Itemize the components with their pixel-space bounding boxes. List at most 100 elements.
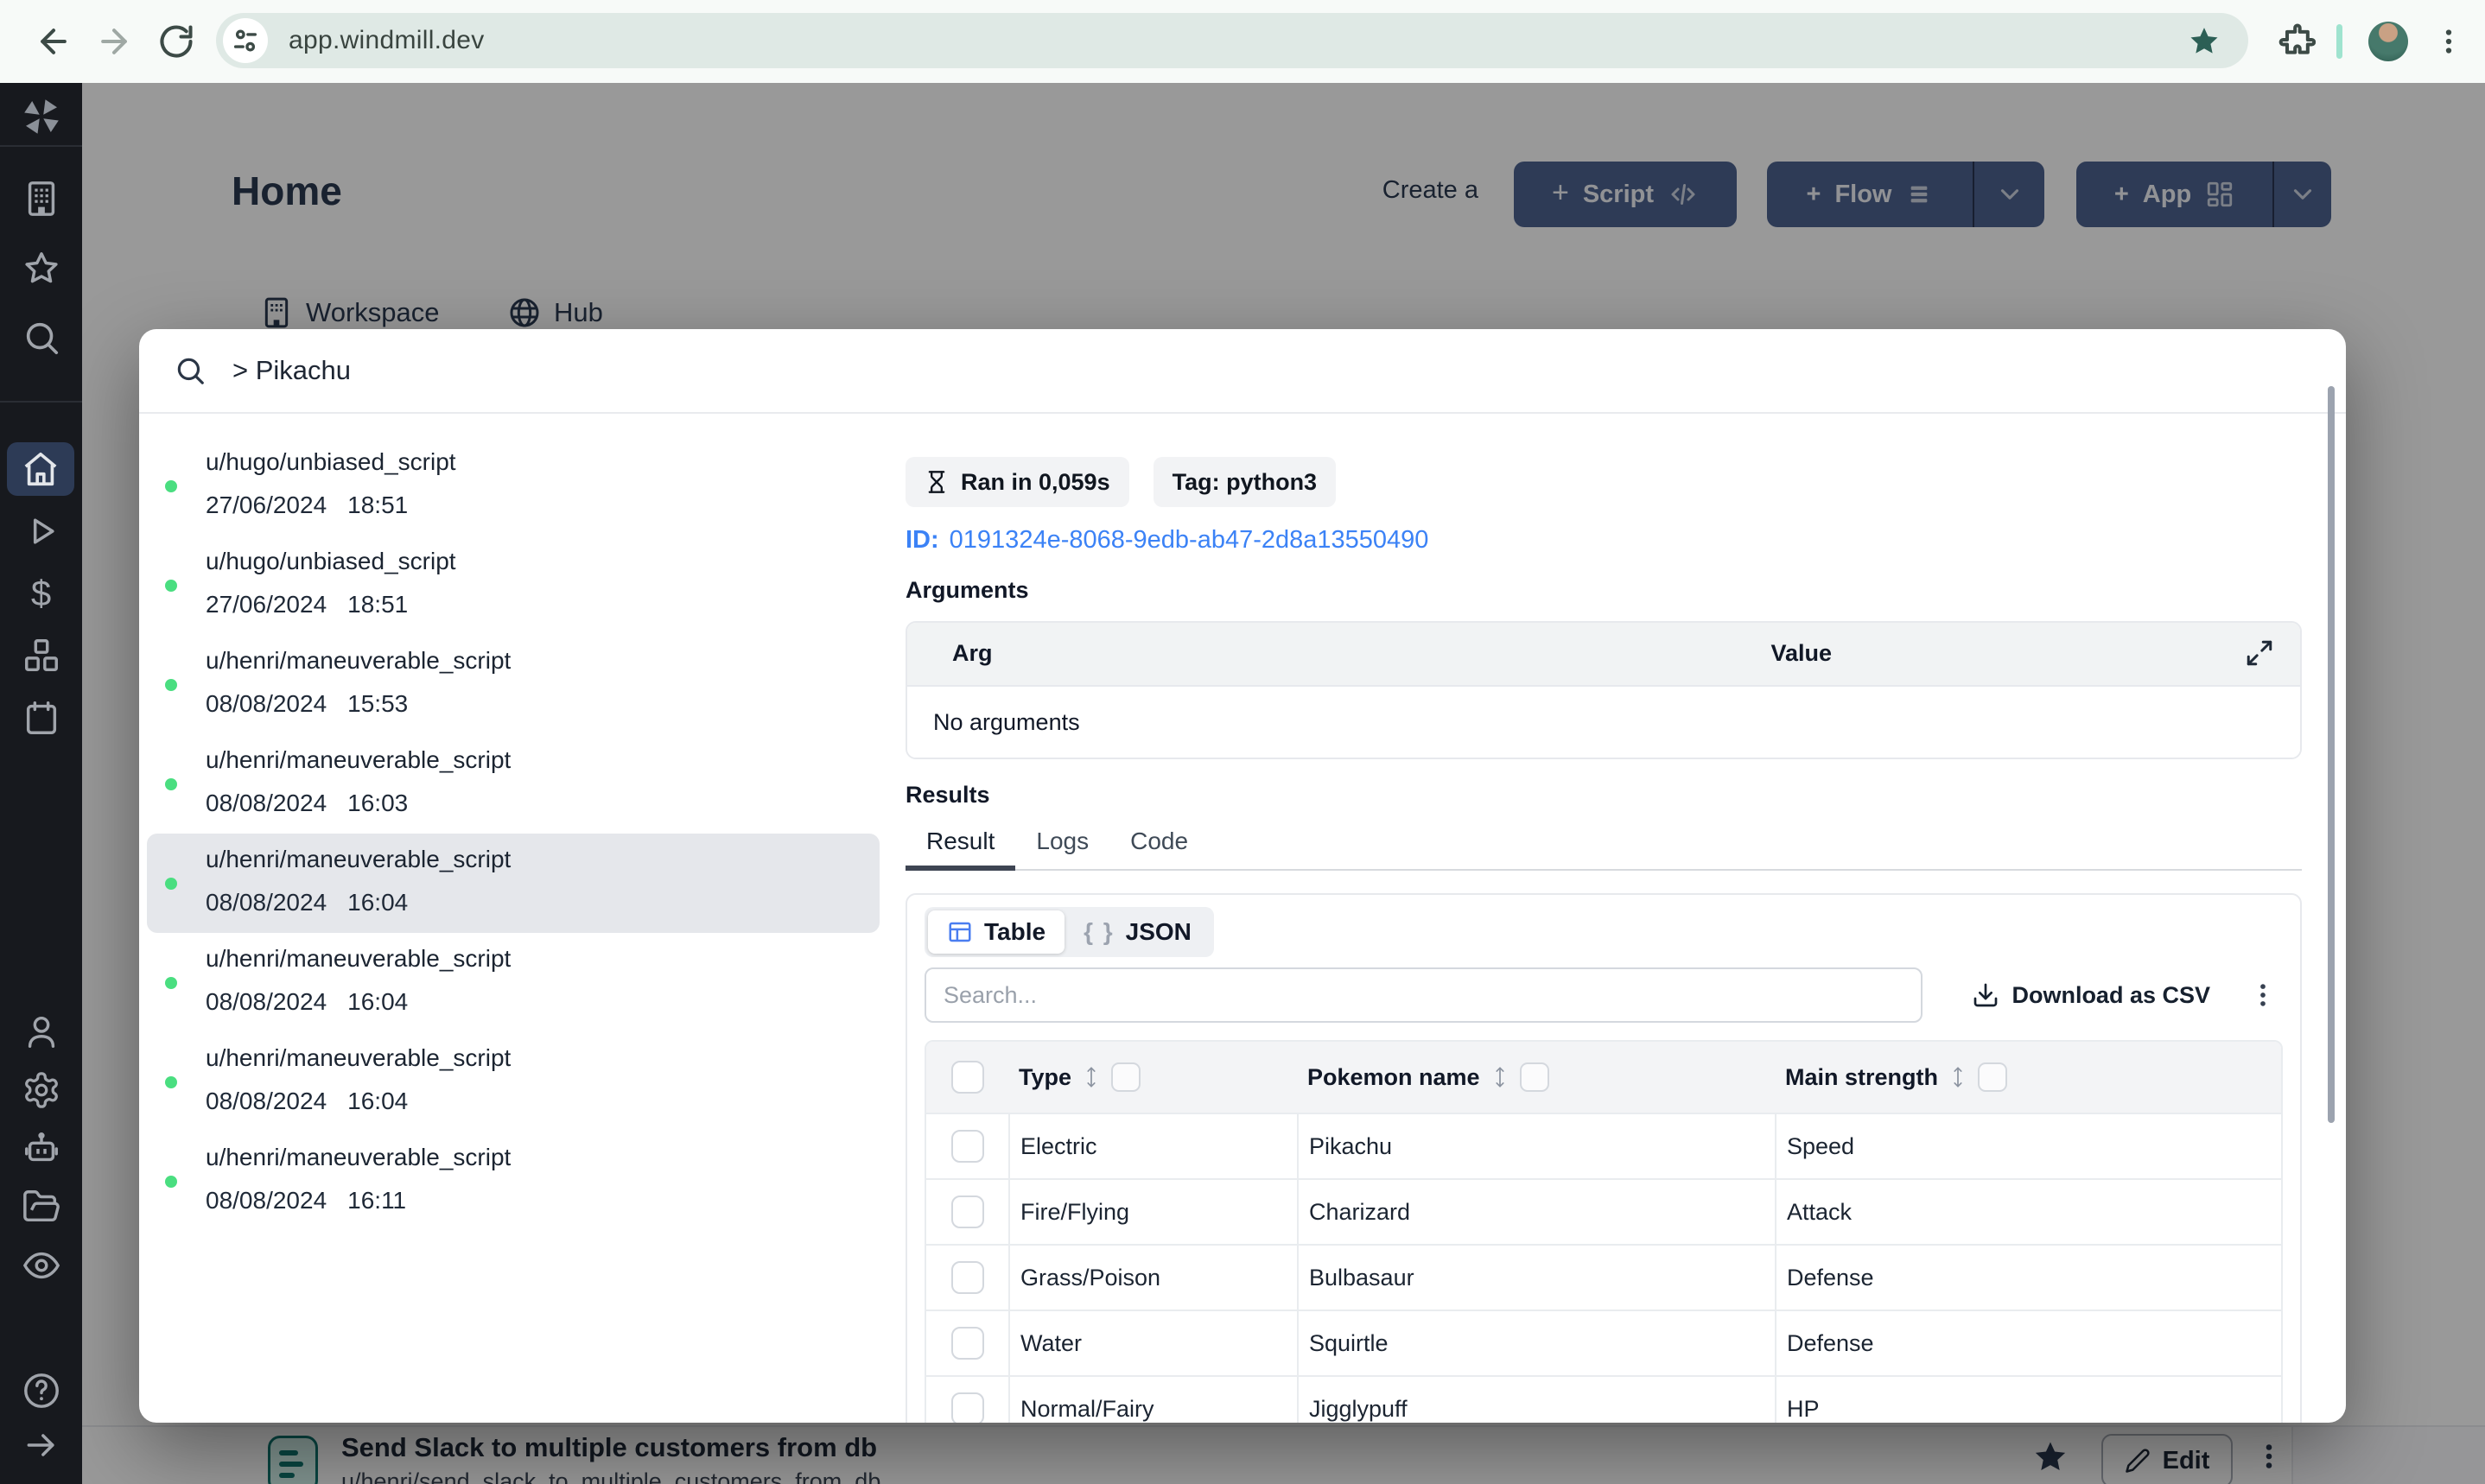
run-script-path: u/henri/maneuverable_script (206, 647, 512, 674)
cell-main-strength: Attack (1775, 1180, 2281, 1244)
schedules-calendar-icon[interactable] (0, 698, 82, 738)
run-timestamp: 27/06/2024 18:51 (206, 491, 409, 518)
screen: app.windmill.dev $ Home Create a + Scrip… (0, 0, 2485, 1484)
profile-avatar[interactable] (2368, 22, 2408, 61)
run-script-path: u/henri/maneuverable_script (206, 846, 512, 872)
tab-logs[interactable]: Logs (1015, 817, 1109, 866)
gear-icon[interactable] (0, 1070, 82, 1110)
run-list: u/hugo/unbiased_script 27/06/2024 18:51 u… (147, 436, 880, 1231)
arguments-table-header: Arg Value (907, 623, 2300, 687)
row-checkbox[interactable] (950, 1130, 984, 1163)
sort-icon[interactable] (1084, 1063, 1098, 1091)
run-timestamp: 08/08/2024 16:04 (206, 889, 409, 916)
table-row[interactable]: Normal/Fairy Jigglypuff HP (926, 1375, 2281, 1423)
duration-badge-label: Ran in 0,059s (961, 468, 1110, 495)
sidebar-divider (0, 401, 82, 403)
help-icon[interactable] (0, 1371, 82, 1411)
download-csv-button[interactable]: Download as CSV (1972, 981, 2210, 1009)
variables-dollar-icon[interactable]: $ (0, 575, 82, 612)
download-icon (1974, 983, 1998, 1007)
palette-search-input[interactable]: > Pikachu (232, 355, 351, 386)
row-checkbox[interactable] (950, 1195, 984, 1228)
select-all-checkbox[interactable] (950, 1061, 984, 1094)
table-icon (949, 922, 971, 942)
results-label: Results (906, 782, 990, 808)
column-header-main-strength: Main strength (1775, 1042, 2281, 1113)
table-menu-icon[interactable] (2248, 980, 2278, 1010)
column-toggle-checkbox[interactable] (1978, 1062, 2008, 1092)
arg-column-header: Arg (952, 640, 993, 666)
tab-code[interactable]: Code (1109, 817, 1209, 866)
success-dot-icon (165, 679, 177, 691)
run-list-item[interactable]: u/henri/maneuverable_script 08/08/2024 16… (147, 1032, 880, 1132)
table-row[interactable]: Fire/Flying Charizard Attack (926, 1178, 2281, 1244)
resources-boxes-icon[interactable] (0, 636, 82, 675)
run-timestamp: 08/08/2024 16:11 (206, 1187, 407, 1214)
tag-badge: Tag: python3 (1153, 457, 1337, 507)
table-row[interactable]: Electric Pikachu Speed (926, 1113, 2281, 1178)
cell-pokemon-name: Bulbasaur (1297, 1246, 1775, 1310)
reload-icon[interactable] (154, 19, 199, 64)
eye-icon[interactable] (0, 1246, 82, 1285)
search-icon[interactable] (0, 318, 82, 358)
run-script-path: u/henri/maneuverable_script (206, 945, 512, 972)
sidebar-item-home[interactable] (7, 442, 74, 496)
column-label: Pokemon name (1307, 1063, 1480, 1090)
url-bar[interactable]: app.windmill.dev (216, 13, 2248, 68)
extensions-icon[interactable] (2274, 17, 2319, 62)
cell-pokemon-name: Jigglypuff (1297, 1377, 1775, 1423)
sort-icon[interactable] (1951, 1063, 1965, 1091)
bookmark-star-icon[interactable] (2188, 25, 2221, 58)
row-checkbox[interactable] (950, 1327, 984, 1360)
forward-icon[interactable] (92, 19, 137, 64)
cell-type: Normal/Fairy (1008, 1377, 1297, 1423)
run-id-link[interactable]: ID: 0191324e-8068-9edb-ab47-2d8a13550490 (906, 526, 2302, 555)
modal-scrollbar-thumb[interactable] (2328, 386, 2335, 1123)
run-script-path: u/henri/maneuverable_script (206, 1044, 512, 1071)
expand-arrow-icon[interactable] (0, 1426, 82, 1464)
browser-toolbar: app.windmill.dev (0, 0, 2485, 83)
user-icon[interactable] (0, 1012, 82, 1051)
hourglass-icon (928, 471, 945, 493)
folder-icon[interactable] (0, 1187, 82, 1227)
table-search-input[interactable] (925, 967, 1923, 1023)
cell-main-strength: Speed (1775, 1114, 2281, 1178)
run-script-path: u/hugo/unbiased_script (206, 548, 456, 574)
success-dot-icon (165, 977, 177, 989)
success-dot-icon (165, 878, 177, 890)
id-value: 0191324e-8068-9edb-ab47-2d8a13550490 (949, 526, 1429, 554)
success-dot-icon (165, 1176, 177, 1188)
back-icon[interactable] (31, 19, 76, 64)
run-list-item[interactable]: u/henri/maneuverable_script 08/08/2024 15… (147, 635, 880, 734)
json-view-label: JSON (1125, 918, 1192, 945)
workers-robot-icon[interactable] (0, 1129, 82, 1169)
view-toggle: Table { } JSON (925, 907, 1214, 957)
run-list-item[interactable]: u/henri/maneuverable_script 08/08/2024 16… (147, 834, 880, 933)
run-list-item[interactable]: u/hugo/unbiased_script 27/06/2024 18:51 (147, 436, 880, 536)
column-toggle-checkbox[interactable] (1111, 1062, 1141, 1092)
workspace-building-icon[interactable] (0, 179, 82, 219)
palette-search-row: > Pikachu (139, 329, 2346, 414)
windmill-logo-icon[interactable] (0, 93, 82, 140)
run-list-item[interactable]: u/hugo/unbiased_script 27/06/2024 18:51 (147, 536, 880, 635)
browser-menu-icon[interactable] (2426, 19, 2471, 64)
expand-icon[interactable] (2245, 638, 2274, 668)
view-table-button[interactable]: Table (928, 910, 1065, 954)
table-row[interactable]: Water Squirtle Defense (926, 1310, 2281, 1375)
row-checkbox[interactable] (950, 1261, 984, 1294)
view-json-button[interactable]: { } JSON (1065, 910, 1211, 954)
tab-result[interactable]: Result (906, 817, 1016, 871)
table-row[interactable]: Grass/Poison Bulbasaur Defense (926, 1244, 2281, 1310)
row-checkbox[interactable] (950, 1392, 984, 1423)
run-list-item[interactable]: u/henri/maneuverable_script 08/08/2024 16… (147, 1132, 880, 1231)
site-settings-icon[interactable] (223, 18, 268, 63)
duration-badge: Ran in 0,059s (906, 457, 1129, 507)
run-list-item[interactable]: u/henri/maneuverable_script 08/08/2024 16… (147, 734, 880, 834)
favorites-star-icon[interactable] (0, 249, 82, 289)
column-toggle-checkbox[interactable] (1519, 1062, 1549, 1092)
run-list-item[interactable]: u/henri/maneuverable_script 08/08/2024 16… (147, 933, 880, 1032)
cell-pokemon-name: Pikachu (1297, 1114, 1775, 1178)
sort-icon[interactable] (1493, 1063, 1507, 1091)
runs-play-icon[interactable] (0, 512, 82, 550)
value-column-header: Value (1770, 640, 1832, 666)
